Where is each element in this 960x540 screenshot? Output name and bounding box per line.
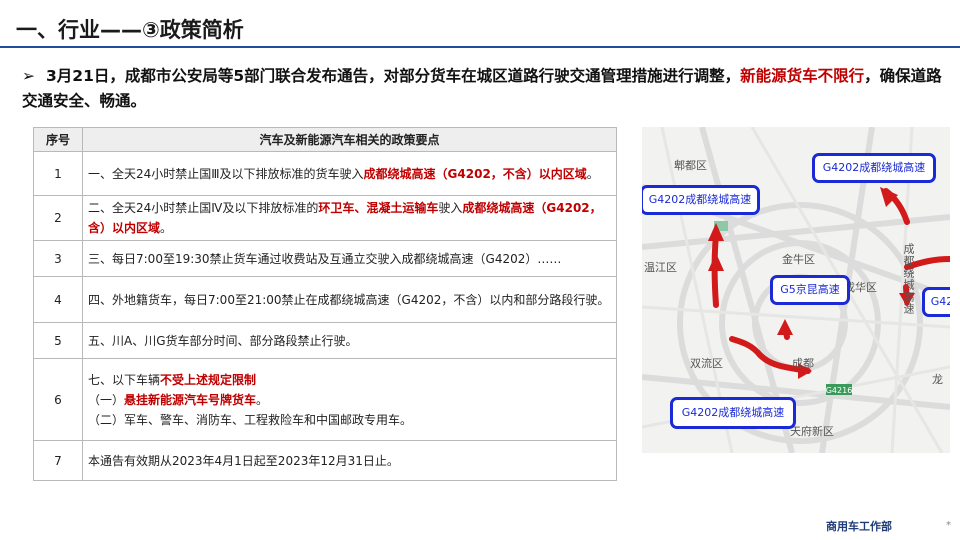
bullet-text: 3月21日，成都市公安局等5部门联合发布通告，对部分货车在城区道路行驶交通管理措… [46, 67, 741, 85]
highway-box-g5: G5京昆高速 [770, 275, 850, 305]
highway-box-left: G4202成都绕城高速 [642, 185, 760, 215]
row-policy-text: 二、全天24小时禁止国Ⅳ及以下排放标准的环卫车、混凝土运输车驶入成都绕城高速（G… [82, 195, 617, 241]
policy-highlight: 成都绕城高速（G4202，不含）以内区域 [363, 166, 587, 181]
row-policy-text: 一、全天24小时禁止国Ⅲ及以下排放标准的货车驶入成都绕城高速（G4202，不含）… [82, 151, 617, 196]
table-row: 7 本通告有效期从2023年4月1日起至2023年12月31日止。 [33, 440, 617, 481]
policy-text: （一） [88, 392, 125, 407]
row-number: 2 [33, 195, 83, 241]
policy-text: （二）军车、警车、消防车、工程救险车和中国邮政专用车。 [88, 412, 413, 427]
table-row: 5 五、川A、川G货车部分时间、部分路段禁止行驶。 [33, 322, 617, 359]
map-label-shuangliu: 双流区 [690, 357, 723, 370]
policy-highlight: 环卫车、混凝土运输车 [318, 201, 439, 215]
policy-line: （一）悬挂新能源汽车号牌货车。 [88, 390, 611, 410]
policy-text: 。 [586, 166, 599, 181]
arrow-up-icon [777, 319, 793, 335]
highway-box-bottom: G4202成都绕城高速 [670, 397, 796, 429]
row-policy-text: 七、以下车辆不受上述规定限制 （一）悬挂新能源汽车号牌货车。 （二）军车、警车、消防… [82, 358, 617, 441]
row-number: 3 [33, 240, 83, 277]
policy-text: 五、川A、川G货车部分时间、部分路段禁止行驶。 [88, 333, 358, 348]
g4216-shield-label: G4216 [826, 386, 853, 395]
highway-box-right-edge: G42 [922, 287, 950, 317]
map-label-tianfu: 天府新区 [790, 425, 834, 438]
footer-department: 商用车工作部 [826, 520, 892, 533]
page-marker: * [946, 520, 951, 531]
map-label-pidu: 郫都区 [674, 159, 707, 172]
bullet-paragraph: ➢ 3月21日，成都市公安局等5部门联合发布通告，对部分货车在城区道路行驶交通管理… [22, 64, 952, 114]
title-divider [0, 46, 960, 48]
map-label-chengdu: 成都 [792, 357, 814, 370]
table-header-row: 序号 汽车及新能源汽车相关的政策要点 [33, 127, 617, 152]
row-number: 1 [33, 151, 83, 196]
header-policy: 汽车及新能源汽车相关的政策要点 [82, 127, 617, 152]
row-policy-text: 五、川A、川G货车部分时间、部分路段禁止行驶。 [82, 322, 617, 359]
map-label-longquan: 龙 [932, 373, 943, 386]
policy-line: （二）军车、警车、消防车、工程救险车和中国邮政专用车。 [88, 410, 611, 430]
highway-box-top-right: G4202成都绕城高速 [812, 153, 936, 183]
row-policy-text: 四、外地籍货车，每日7:00至21:00禁止在成都绕城高速（G4202，不含）以… [82, 276, 617, 323]
header-number: 序号 [33, 127, 83, 152]
arrow-north-2-icon [708, 253, 724, 271]
table-row: 3 三、每日7:00至19:30禁止货车通过收费站及互通立交驶入成都绕城高速（G4… [33, 240, 617, 277]
table-row: 1 一、全天24小时禁止国Ⅲ及以下排放标准的货车驶入成都绕城高速（G4202，不含… [33, 151, 617, 196]
table-body: 1 一、全天24小时禁止国Ⅲ及以下排放标准的货车驶入成都绕城高速（G4202，不含… [33, 151, 617, 481]
policy-highlight: 不受上述规定限制 [160, 372, 257, 387]
row-number: 6 [33, 358, 83, 441]
policy-table: 序号 汽车及新能源汽车相关的政策要点 1 一、全天24小时禁止国Ⅲ及以下排放标准的… [33, 127, 617, 481]
map-label-wenjiang: 温江区 [644, 261, 677, 274]
row-number: 7 [33, 440, 83, 481]
arrow-bullet-icon: ➢ [22, 67, 35, 85]
policy-text: 三、每日7:00至19:30禁止货车通过收费站及互通立交驶入成都绕城高速（G42… [88, 251, 562, 266]
map-label-east-highway: 成都绕城高速 [902, 243, 915, 315]
policy-text: 一、全天24小时禁止国Ⅲ及以下排放标准的货车驶入 [88, 166, 364, 181]
row-policy-text: 三、每日7:00至19:30禁止货车通过收费站及互通立交驶入成都绕城高速（G42… [82, 240, 617, 277]
policy-text: 。 [160, 221, 173, 235]
policy-highlight: 悬挂新能源汽车号牌货车 [124, 392, 257, 407]
table-row: 4 四、外地籍货车，每日7:00至21:00禁止在成都绕城高速（G4202，不含）… [33, 276, 617, 323]
policy-text: 驶入 [438, 201, 463, 215]
policy-text: 。 [256, 392, 269, 407]
page-title: 一、行业——③政策简析 [16, 18, 244, 42]
table-row: 2 二、全天24小时禁止国Ⅳ及以下排放标准的环卫车、混凝土运输车驶入成都绕城高速（… [33, 195, 617, 241]
row-number: 5 [33, 322, 83, 359]
row-policy-text: 本通告有效期从2023年4月1日起至2023年12月31日止。 [82, 440, 617, 481]
chengdu-map: G4216 郫都区 温江区 金牛区 成华区 双流区 成都 天府新区 龙 成都绕城… [642, 127, 950, 453]
map-label-jinniu: 金牛区 [782, 253, 815, 266]
policy-text: 四、外地籍货车，每日7:00至21:00禁止在成都绕城高速（G4202，不含）以… [88, 292, 610, 307]
table-row: 6 七、以下车辆不受上述规定限制 （一）悬挂新能源汽车号牌货车。 （二）军车、警车、消… [33, 358, 617, 441]
row-number: 4 [33, 276, 83, 323]
policy-text: 本通告有效期从2023年4月1日起至2023年12月31日止。 [88, 453, 399, 468]
policy-line: 七、以下车辆不受上述规定限制 [88, 370, 611, 390]
bullet-highlight: 新能源货车不限行 [740, 67, 865, 85]
policy-text: 七、以下车辆 [88, 372, 161, 387]
policy-text: 二、全天24小时禁止国Ⅳ及以下排放标准的 [88, 201, 319, 215]
